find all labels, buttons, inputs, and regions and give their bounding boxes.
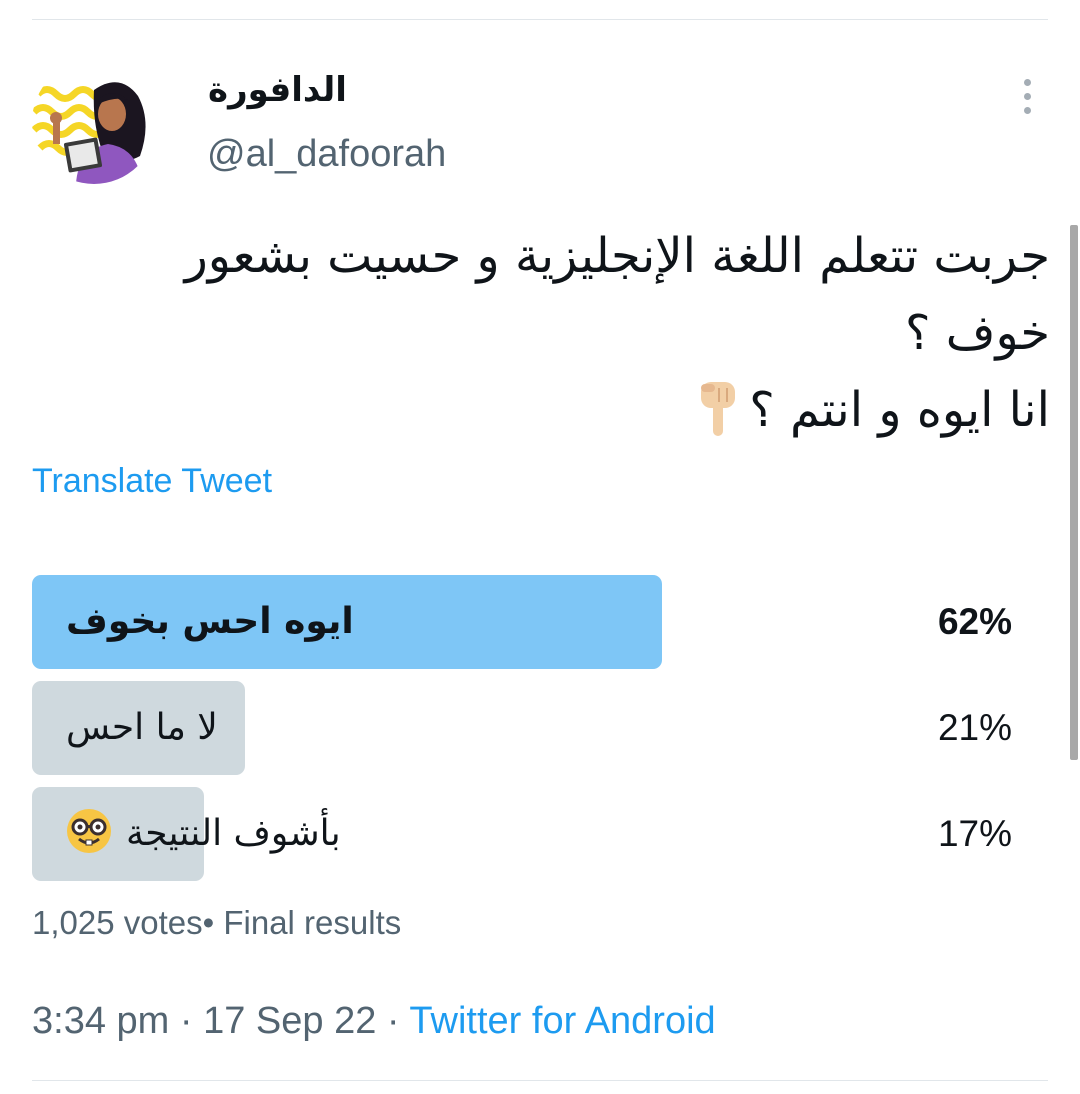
tweet-timestamp: 3:34 pm · 17 Sep 22 · Twitter for Androi…	[32, 1000, 716, 1043]
tweet-line-2: خوف ؟	[905, 305, 1050, 361]
avatar[interactable]	[32, 60, 156, 184]
tweet-source-link[interactable]: Twitter for Android	[409, 1000, 715, 1042]
poll-option-1-label: ايوه احس بخوف	[66, 601, 354, 642]
top-divider	[32, 19, 1048, 20]
poll-option-2: لا ما احس 21%	[32, 681, 1048, 775]
poll-option-3-label: بأشوف النتيجة	[126, 813, 341, 854]
bottom-divider	[32, 1080, 1048, 1081]
nerd-face-icon	[67, 809, 111, 853]
tweet-time-text[interactable]: 3:34 pm · 17 Sep 22 ·	[32, 1000, 409, 1042]
author-handle[interactable]: @al_dafoorah	[207, 133, 446, 176]
avatar-illustration-icon	[32, 60, 156, 184]
scrollbar[interactable]	[1070, 225, 1078, 760]
poll-option-3-label-wrap: بأشوف النتيجة	[66, 787, 341, 881]
poll-option-3: بأشوف النتيجة 17%	[32, 787, 1048, 881]
more-options-icon[interactable]	[1010, 74, 1044, 118]
author-display-name[interactable]: الدافورة	[208, 70, 347, 110]
poll-option-1: ايوه احس بخوف 62%	[32, 575, 1048, 669]
backhand-index-pointing-down-icon	[701, 382, 736, 436]
tweet-line-3: انا ايوه و انتم ؟	[90, 372, 1050, 449]
poll-summary: 1,025 votes• Final results	[32, 904, 402, 941]
poll-option-2-percent: 21%	[937, 707, 1012, 748]
poll-option-2-label: لا ما احس	[66, 707, 218, 748]
poll-option-1-percent: 62%	[937, 601, 1012, 642]
tweet-text: جربت تتعلم اللغة الإنجليزية و حسيت بشعور…	[90, 218, 1050, 449]
poll-option-3-percent: 17%	[937, 813, 1012, 854]
tweet-line-1: جربت تتعلم اللغة الإنجليزية و حسيت بشعور	[184, 228, 1050, 284]
translate-tweet-link[interactable]: Translate Tweet	[32, 462, 272, 501]
tweet-line-3-text: انا ايوه و انتم ؟	[749, 382, 1050, 438]
